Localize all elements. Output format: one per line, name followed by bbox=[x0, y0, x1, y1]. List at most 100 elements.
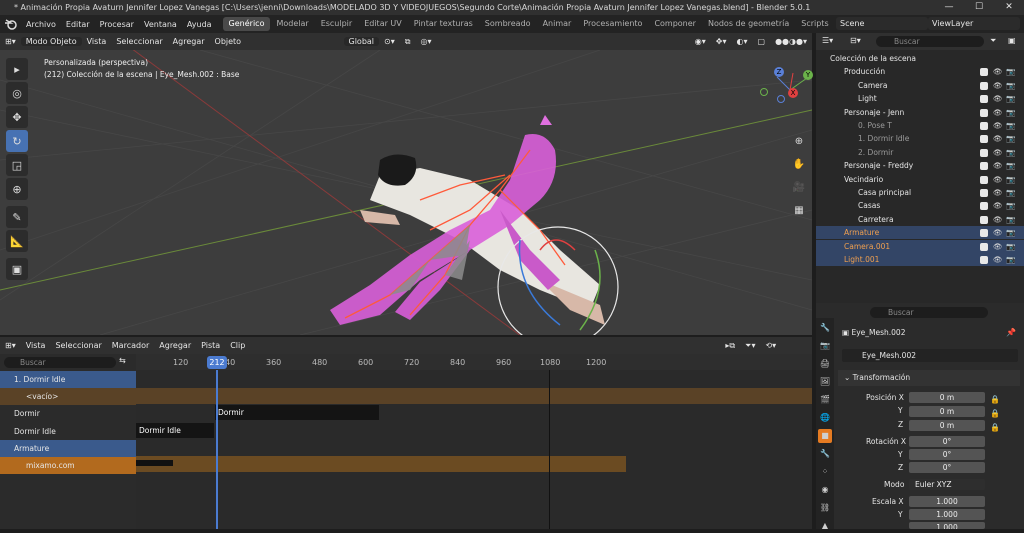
modifier-tab-icon[interactable]: 🔧 bbox=[818, 447, 832, 461]
visibility-eye-icon[interactable]: 👁 bbox=[993, 186, 1003, 199]
render-camera-icon[interactable]: 📷 bbox=[1006, 79, 1015, 92]
workspace-tab-sombreado[interactable]: Sombreado bbox=[479, 17, 537, 31]
visibility-eye-icon[interactable]: 👁 bbox=[993, 92, 1003, 105]
nla-track-dormir-idle[interactable]: Dormir Idle bbox=[0, 423, 136, 440]
nla-track-dormir-idle-object[interactable]: 1. Dormir Idle bbox=[0, 371, 136, 388]
nla-menu-vista[interactable]: Vista bbox=[21, 341, 51, 350]
world-tab-icon[interactable]: 🌐 bbox=[818, 411, 832, 425]
render-camera-icon[interactable]: 📷 bbox=[1006, 106, 1015, 119]
gizmo-toggle-icon[interactable]: ✥▾ bbox=[711, 37, 732, 46]
mixamo-action-strip[interactable] bbox=[136, 460, 173, 466]
workspace-tab-scripts[interactable]: Scripts bbox=[795, 17, 834, 31]
scale-x-field[interactable]: 1.000 bbox=[909, 496, 985, 507]
workspace-tab-procesamiento[interactable]: Procesamiento bbox=[577, 17, 648, 31]
outliner-row[interactable]: Carretera 👁 📷 bbox=[816, 213, 1024, 226]
exclude-checkbox[interactable] bbox=[980, 215, 988, 224]
exclude-checkbox[interactable] bbox=[980, 175, 988, 184]
mode-selector[interactable]: Modo Objeto bbox=[20, 37, 82, 46]
viewport-menu-seleccionar[interactable]: Seleccionar bbox=[111, 37, 167, 46]
render-camera-icon[interactable]: 📷 bbox=[1006, 240, 1015, 253]
nla-snap-icon[interactable]: ⟲▾ bbox=[760, 341, 781, 350]
workspace-tab-pintar-texturas[interactable]: Pintar texturas bbox=[408, 17, 479, 31]
visibility-eye-icon[interactable]: 👁 bbox=[993, 199, 1003, 212]
particles-tab-icon[interactable]: ⁘ bbox=[818, 465, 832, 479]
exclude-checkbox[interactable] bbox=[980, 95, 988, 104]
visibility-eye-icon[interactable]: 👁 bbox=[993, 65, 1003, 78]
new-collection-icon[interactable]: ▣ bbox=[1008, 36, 1016, 45]
swap-icon[interactable]: ⇆ bbox=[119, 356, 126, 365]
outliner-search-input[interactable]: Buscar bbox=[876, 36, 984, 47]
render-camera-icon[interactable]: 📷 bbox=[1006, 92, 1015, 105]
nla-menu-clip[interactable]: Clip bbox=[225, 341, 250, 350]
render-camera-icon[interactable]: 📷 bbox=[1006, 132, 1015, 145]
pin-icon[interactable]: 📌 bbox=[1006, 328, 1016, 337]
constraints-tab-icon[interactable]: ⛓ bbox=[818, 501, 832, 515]
cursor-tool-icon[interactable]: ◎ bbox=[6, 82, 28, 104]
transform-section-header[interactable]: ⌄ Transformación bbox=[838, 370, 1020, 386]
viewport-menu-objeto[interactable]: Objeto bbox=[210, 37, 247, 46]
snap-icon[interactable]: ⧉ bbox=[400, 37, 416, 47]
exclude-checkbox[interactable] bbox=[980, 68, 988, 77]
workspace-tab-componer[interactable]: Componer bbox=[648, 17, 702, 31]
exclude-checkbox[interactable] bbox=[980, 162, 988, 171]
exclude-checkbox[interactable] bbox=[980, 202, 988, 211]
visibility-eye-icon[interactable]: 👁 bbox=[993, 213, 1003, 226]
physics-tab-icon[interactable]: ◉ bbox=[818, 483, 832, 497]
outliner-row[interactable]: Vecindario 👁 📷 bbox=[816, 173, 1024, 186]
nla-select-icon[interactable]: ▸⧉ bbox=[720, 341, 740, 351]
pan-hand-icon[interactable]: ✋ bbox=[790, 155, 808, 173]
exclude-checkbox[interactable] bbox=[980, 108, 988, 117]
nla-menu-agregar[interactable]: Agregar bbox=[154, 341, 196, 350]
current-frame-indicator[interactable]: 212 bbox=[207, 356, 227, 369]
camera-view-icon[interactable]: 🎥 bbox=[790, 178, 808, 196]
render-camera-icon[interactable]: 📷 bbox=[1006, 159, 1015, 172]
menu-ayuda[interactable]: Ayuda bbox=[182, 20, 217, 29]
visibility-eye-icon[interactable]: 👁 bbox=[993, 106, 1003, 119]
outliner-row[interactable]: Casas 👁 📷 bbox=[816, 199, 1024, 212]
zoom-icon[interactable]: ⊕ bbox=[790, 132, 808, 150]
rotation-mode-select[interactable]: Euler XYZ bbox=[909, 479, 985, 490]
visibility-eye-icon[interactable]: 👁 bbox=[993, 226, 1003, 239]
outliner-row[interactable]: Camera 👁 📷 bbox=[816, 79, 1024, 92]
object-name-field[interactable]: Eye_Mesh.002 bbox=[842, 349, 1018, 362]
pivot-icon[interactable]: ⊙▾ bbox=[379, 37, 400, 46]
menu-procesar[interactable]: Procesar bbox=[95, 20, 139, 29]
scale-tool-icon[interactable]: ◲ bbox=[6, 154, 28, 176]
render-camera-icon[interactable]: 📷 bbox=[1006, 65, 1015, 78]
render-camera-icon[interactable]: 📷 bbox=[1006, 186, 1015, 199]
scene-tab-icon[interactable]: 🎬 bbox=[818, 393, 832, 407]
outliner-row[interactable]: Armature 👁 📷 bbox=[816, 226, 1024, 240]
outliner-row[interactable]: Casa principal 👁 📷 bbox=[816, 186, 1024, 199]
dormir-idle-strip[interactable]: Dormir Idle bbox=[136, 423, 214, 438]
workspace-tab-animar[interactable]: Animar bbox=[537, 17, 578, 31]
exclude-checkbox[interactable] bbox=[980, 242, 988, 251]
outliner-row[interactable]: 0. Pose T 👁 📷 bbox=[816, 119, 1024, 132]
outliner-row[interactable]: Producción 👁 📷 bbox=[816, 65, 1024, 78]
gizmo-neg-y-icon[interactable] bbox=[760, 88, 768, 96]
exclude-checkbox[interactable] bbox=[980, 81, 988, 90]
visibility-eye-icon[interactable]: 👁 bbox=[993, 173, 1003, 186]
rotation-z-field[interactable]: 0° bbox=[909, 462, 985, 473]
exclude-checkbox[interactable] bbox=[980, 229, 988, 238]
render-camera-icon[interactable]: 📷 bbox=[1006, 119, 1015, 132]
proportional-edit-icon[interactable]: ◎▾ bbox=[415, 37, 436, 46]
transform-tool-icon[interactable]: ⊕ bbox=[6, 178, 28, 200]
close-window-button[interactable]: ✕ bbox=[994, 0, 1024, 15]
move-tool-icon[interactable]: ✥ bbox=[6, 106, 28, 128]
visibility-eye-icon[interactable]: 👁 bbox=[993, 132, 1003, 145]
playhead-line[interactable] bbox=[216, 370, 218, 529]
gizmo-y-icon[interactable]: Y bbox=[803, 70, 813, 80]
object-tab-icon[interactable]: ■ bbox=[818, 429, 832, 443]
transform-orientation-selector[interactable]: Global bbox=[343, 37, 380, 46]
shading-modes-icon[interactable]: ●●◑●▾ bbox=[770, 37, 812, 46]
select-box-tool-icon[interactable]: ▸ bbox=[6, 58, 28, 80]
nla-menu-seleccionar[interactable]: Seleccionar bbox=[50, 341, 106, 350]
nla-strip-area[interactable]: Dormir Dormir Idle bbox=[136, 354, 812, 529]
ortho-grid-icon[interactable]: ▦ bbox=[790, 201, 808, 219]
outliner-row[interactable]: Light.001 👁 📷 bbox=[816, 253, 1024, 266]
outliner-display-mode-icon[interactable]: ⊟▾ bbox=[850, 36, 861, 45]
outliner-row[interactable]: 2. Dormir 👁 📷 bbox=[816, 146, 1024, 159]
render-camera-icon[interactable]: 📷 bbox=[1006, 226, 1015, 239]
workspace-tab-esculpir[interactable]: Esculpir bbox=[315, 17, 359, 31]
output-tab-icon[interactable]: 🖨 bbox=[818, 357, 832, 371]
